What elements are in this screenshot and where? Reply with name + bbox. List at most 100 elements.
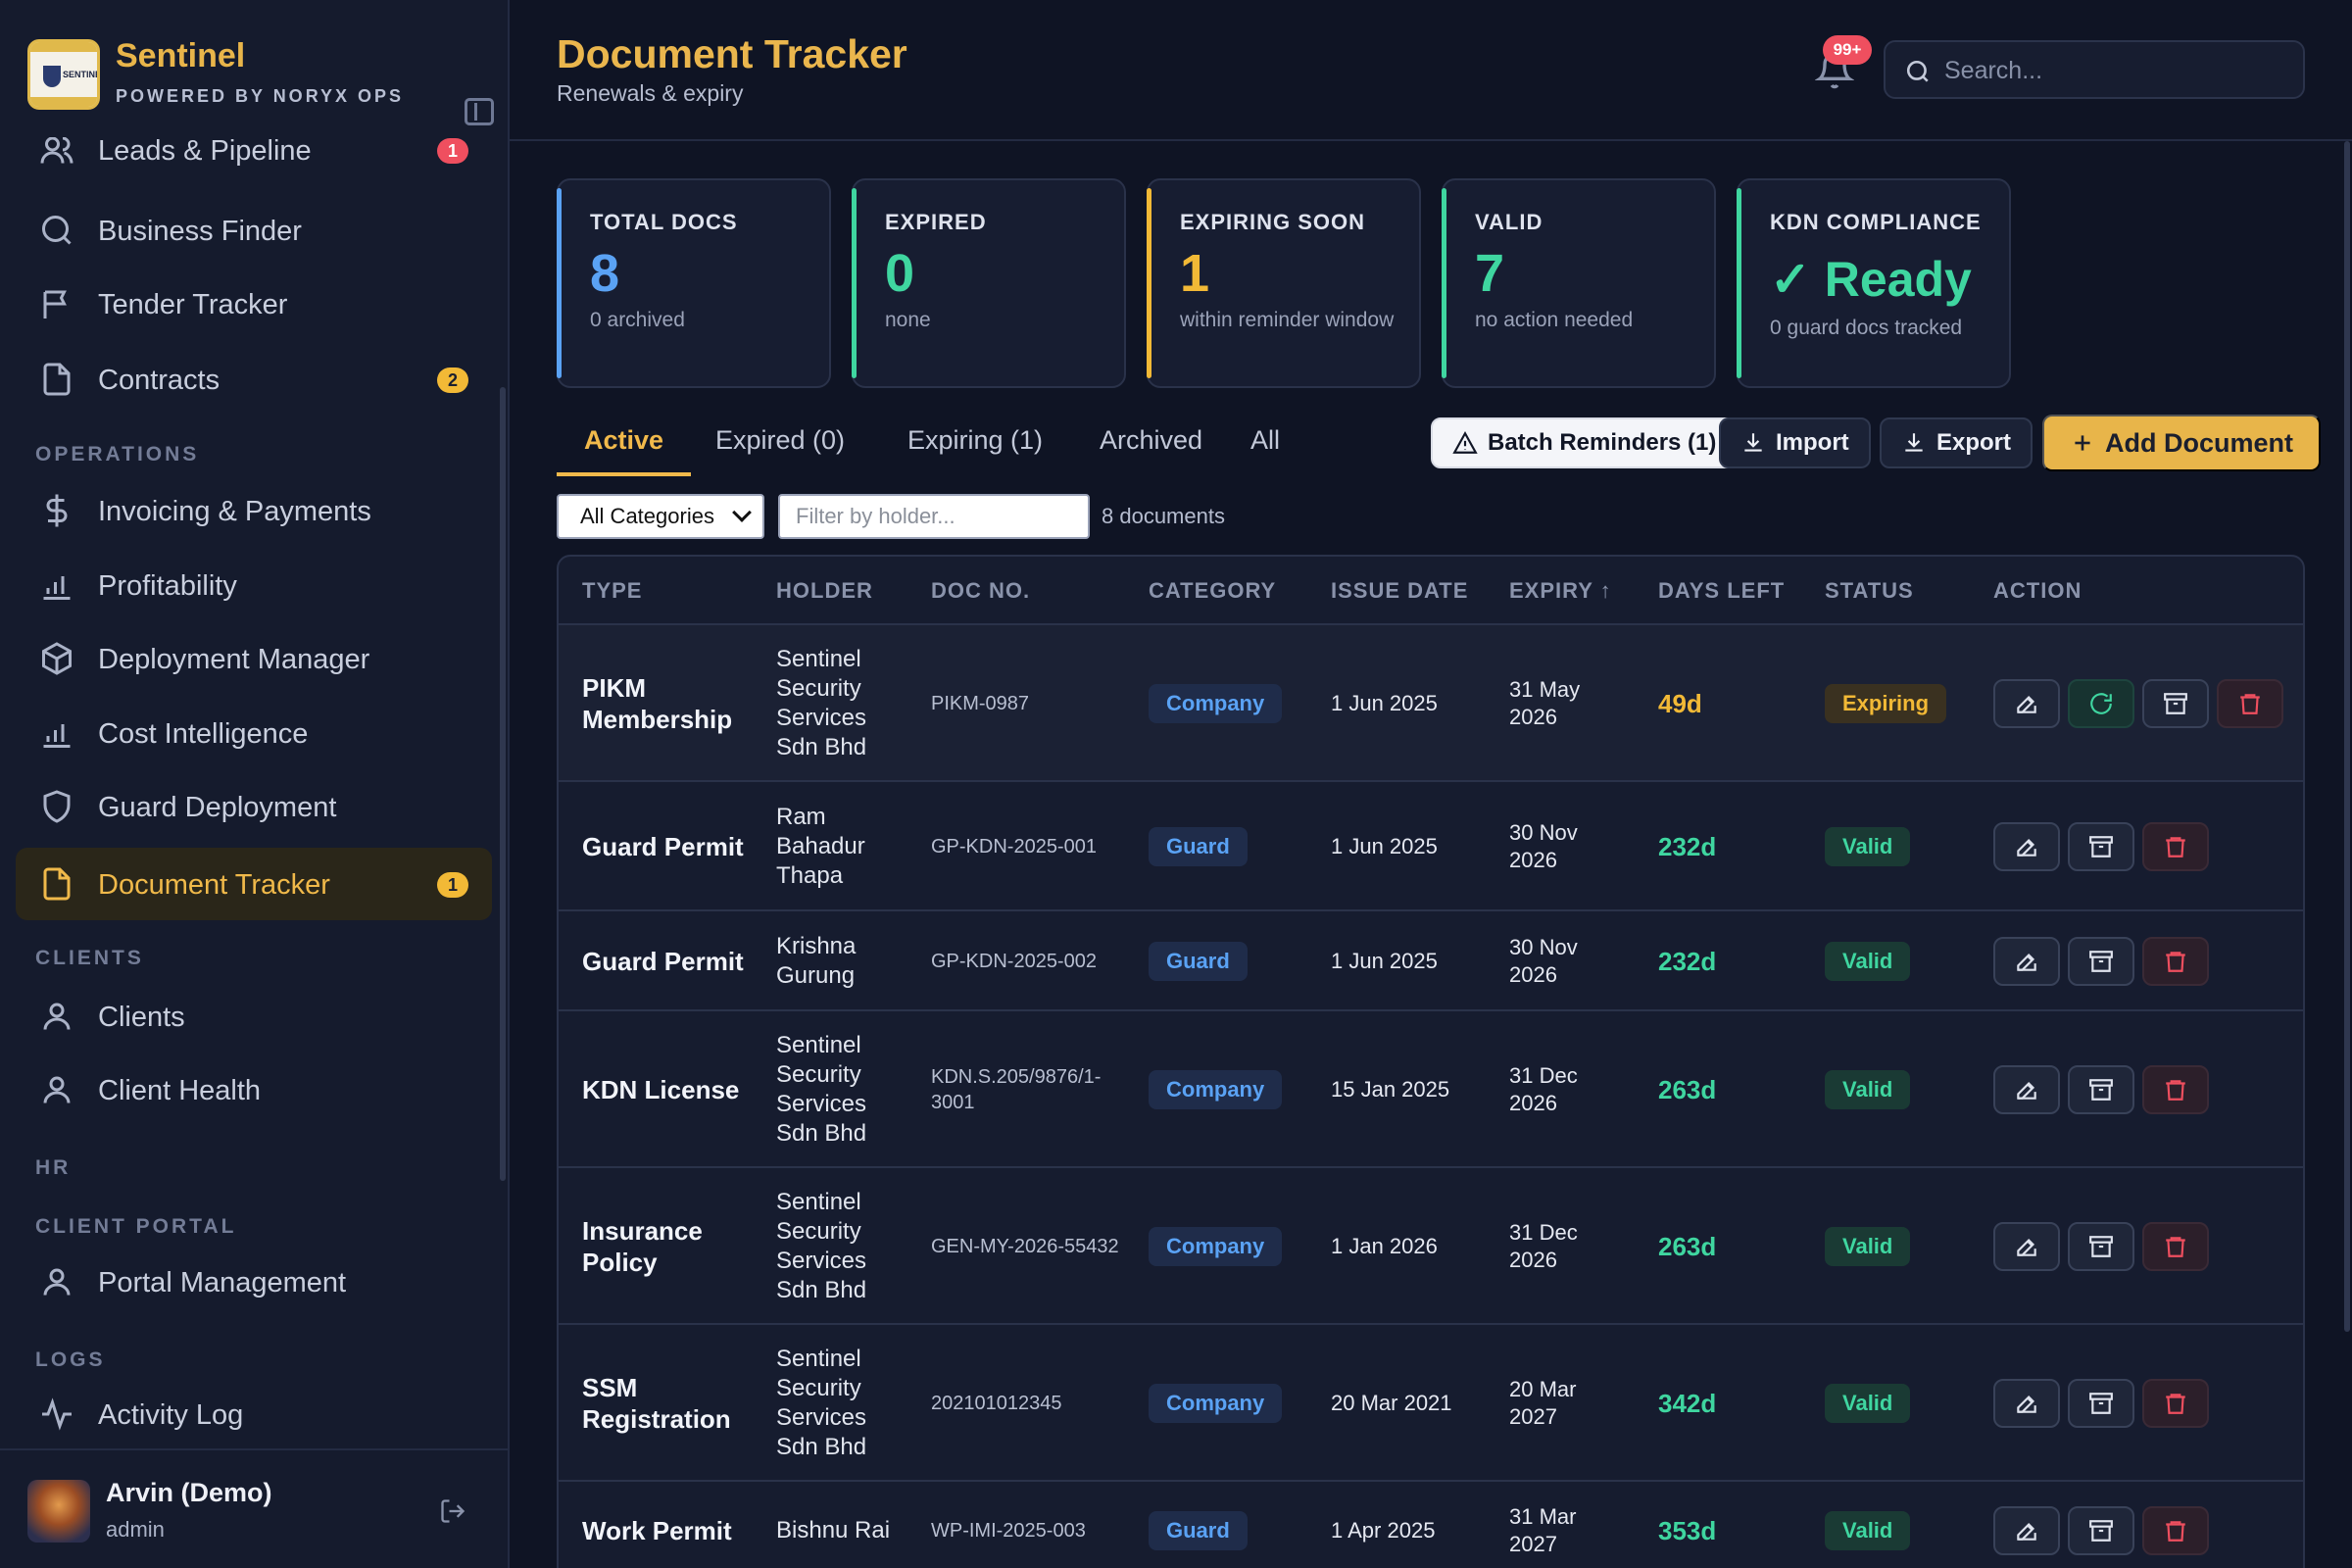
activity-icon (42, 1397, 72, 1431)
sidebar-collapse-icon[interactable] (465, 98, 494, 125)
category-select[interactable]: All Categories (557, 494, 764, 539)
sidebar-item-portal-management[interactable]: Portal Management (16, 1248, 492, 1316)
renew-button[interactable] (2068, 679, 2134, 728)
archive-button[interactable] (2068, 1379, 2134, 1428)
delete-button[interactable] (2142, 1506, 2209, 1555)
edit-button[interactable] (1993, 679, 2060, 728)
search-input[interactable] (1944, 52, 2287, 89)
cell-expiry: 31 May 2026 (1509, 677, 1581, 729)
tab-archived[interactable]: Archived (1072, 412, 1230, 476)
status-badge: Valid (1825, 1511, 1911, 1550)
delete-button[interactable] (2142, 822, 2209, 871)
cell-type: Work Permit (582, 1516, 732, 1545)
cell-type: SSM Registration (582, 1373, 731, 1434)
holder-filter-input[interactable] (778, 494, 1090, 539)
cell-category: Guard (1149, 1482, 1248, 1568)
delete-button[interactable] (2142, 937, 2209, 986)
table-row[interactable]: PIKM Membership Sentinel Security Service… (559, 625, 2303, 782)
avatar[interactable] (27, 1480, 90, 1543)
archive-icon (2089, 951, 2113, 972)
archive-button[interactable] (2068, 937, 2134, 986)
edit-button[interactable] (1993, 1222, 2060, 1271)
edit-button[interactable] (1993, 1065, 2060, 1114)
edit-button[interactable] (1993, 1379, 2060, 1428)
sidebar-item-clients[interactable]: Clients (16, 982, 492, 1051)
card-accent (1442, 188, 1446, 378)
sidebar-item-label: Guard Deployment (98, 792, 337, 823)
edit-button[interactable] (1993, 822, 2060, 871)
column-header-type[interactable]: TYPE (582, 578, 642, 604)
delete-button[interactable] (2217, 679, 2283, 728)
cell-doc-no: GP-KDN-2025-001 (931, 836, 1097, 858)
sidebar-item-tender-tracker[interactable]: Tender Tracker (16, 270, 492, 338)
archive-button[interactable] (2142, 679, 2209, 728)
delete-button[interactable] (2142, 1222, 2209, 1271)
column-header-issue-date[interactable]: ISSUE DATE (1331, 578, 1468, 604)
archive-icon (2089, 1236, 2113, 1257)
tab-expiring[interactable]: Expiring (1) (880, 412, 1070, 476)
sidebar-item-cost-intelligence[interactable]: Cost Intelligence (16, 699, 492, 767)
table-row[interactable]: Guard Permit Krishna Gurung GP-KDN-2025-00… (559, 911, 2303, 1011)
edit-button[interactable] (1993, 1506, 2060, 1555)
table-row[interactable]: Guard Permit Ram Bahadur Thapa GP-KDN-2025… (559, 782, 2303, 911)
cell-status: Valid (1825, 782, 1911, 911)
sidebar-item-document-tracker[interactable]: Document Tracker 1 (16, 848, 492, 920)
add-document-button[interactable]: Add Document (2042, 415, 2321, 471)
main-scrollbar[interactable] (2344, 141, 2350, 1332)
file-icon (43, 363, 71, 396)
sidebar-item-invoicing[interactable]: Invoicing & Payments (16, 476, 492, 545)
chevron-down-icon (732, 503, 752, 522)
sidebar-item-contracts[interactable]: Contracts 2 (16, 345, 492, 414)
edit-icon (2017, 1081, 2036, 1100)
tab-all[interactable]: All (1223, 412, 1307, 476)
sidebar-item-client-health[interactable]: Client Health (16, 1055, 492, 1124)
delete-button[interactable] (2142, 1065, 2209, 1114)
sidebar-item-leads[interactable]: Leads & Pipeline 1 (16, 137, 492, 184)
table-row[interactable]: KDN License Sentinel Security Services Sd… (559, 1011, 2303, 1168)
archive-button[interactable] (2068, 1065, 2134, 1114)
column-header-status[interactable]: STATUS (1825, 578, 1914, 604)
edit-button[interactable] (1993, 937, 2060, 986)
cell-doc-no: WP-IMI-2025-003 (931, 1520, 1086, 1542)
export-label: Export (1936, 429, 2012, 456)
sidebar-item-activity-log[interactable]: Activity Log (16, 1380, 492, 1431)
table-row[interactable]: SSM Registration Sentinel Security Servic… (559, 1325, 2303, 1482)
cell-issue-date: 1 Apr 2025 (1331, 1518, 1436, 1543)
archive-button[interactable] (2068, 1506, 2134, 1555)
table-row[interactable]: Insurance Policy Sentinel Security Servic… (559, 1168, 2303, 1325)
column-header-days-left[interactable]: DAYS LEFT (1658, 578, 1785, 604)
archive-button[interactable] (2068, 822, 2134, 871)
sidebar-scrollbar[interactable] (500, 387, 506, 1181)
category-badge: Company (1149, 1384, 1283, 1423)
import-button[interactable]: Import (1719, 417, 1871, 468)
cell-expiry: 31 Dec 2026 (1509, 1220, 1578, 1272)
card-accent (852, 188, 857, 378)
batch-reminders-button[interactable]: Batch Reminders (1) (1431, 417, 1739, 468)
brand: SENTINEL Sentinel POWERED BY NORYX OPS (27, 37, 494, 125)
delete-button[interactable] (2142, 1379, 2209, 1428)
sidebar-item-deployment-manager[interactable]: Deployment Manager (16, 624, 492, 693)
sidebar-item-label: Activity Log (98, 1399, 244, 1431)
cell-category: Company (1149, 1325, 1283, 1482)
archive-button[interactable] (2068, 1222, 2134, 1271)
cell-status: Valid (1825, 1168, 1911, 1325)
tab-active[interactable]: Active (557, 412, 692, 476)
sidebar-item-profitability[interactable]: Profitability (16, 551, 492, 619)
logout-icon[interactable] (439, 1497, 466, 1525)
sidebar-item-business-finder[interactable]: Business Finder (16, 196, 492, 265)
column-header-holder[interactable]: HOLDER (776, 578, 873, 604)
cell-holder: Ram Bahadur Thapa (776, 804, 865, 889)
column-header-expiry[interactable]: EXPIRY ↑ (1509, 578, 1612, 604)
column-header-doc-no[interactable]: DOC NO. (931, 578, 1030, 604)
export-button[interactable]: Export (1880, 417, 2034, 468)
sidebar-item-label: Leads & Pipeline (98, 137, 312, 167)
column-header-category[interactable]: CATEGORY (1149, 578, 1276, 604)
cell-issue-date: 1 Jun 2025 (1331, 834, 1438, 858)
sidebar-item-guard-deployment[interactable]: Guard Deployment (16, 772, 492, 841)
brand-tagline: POWERED BY NORYX OPS (116, 86, 405, 106)
table-row[interactable]: Work Permit Bishnu Rai WP-IMI-2025-003 Guar… (559, 1482, 2303, 1568)
sidebar-item-label: Profitability (98, 570, 237, 602)
stat-label: KDN COMPLIANCE (1770, 210, 1982, 234)
trash-icon (2166, 837, 2185, 858)
tab-expired[interactable]: Expired (0) (688, 412, 872, 476)
